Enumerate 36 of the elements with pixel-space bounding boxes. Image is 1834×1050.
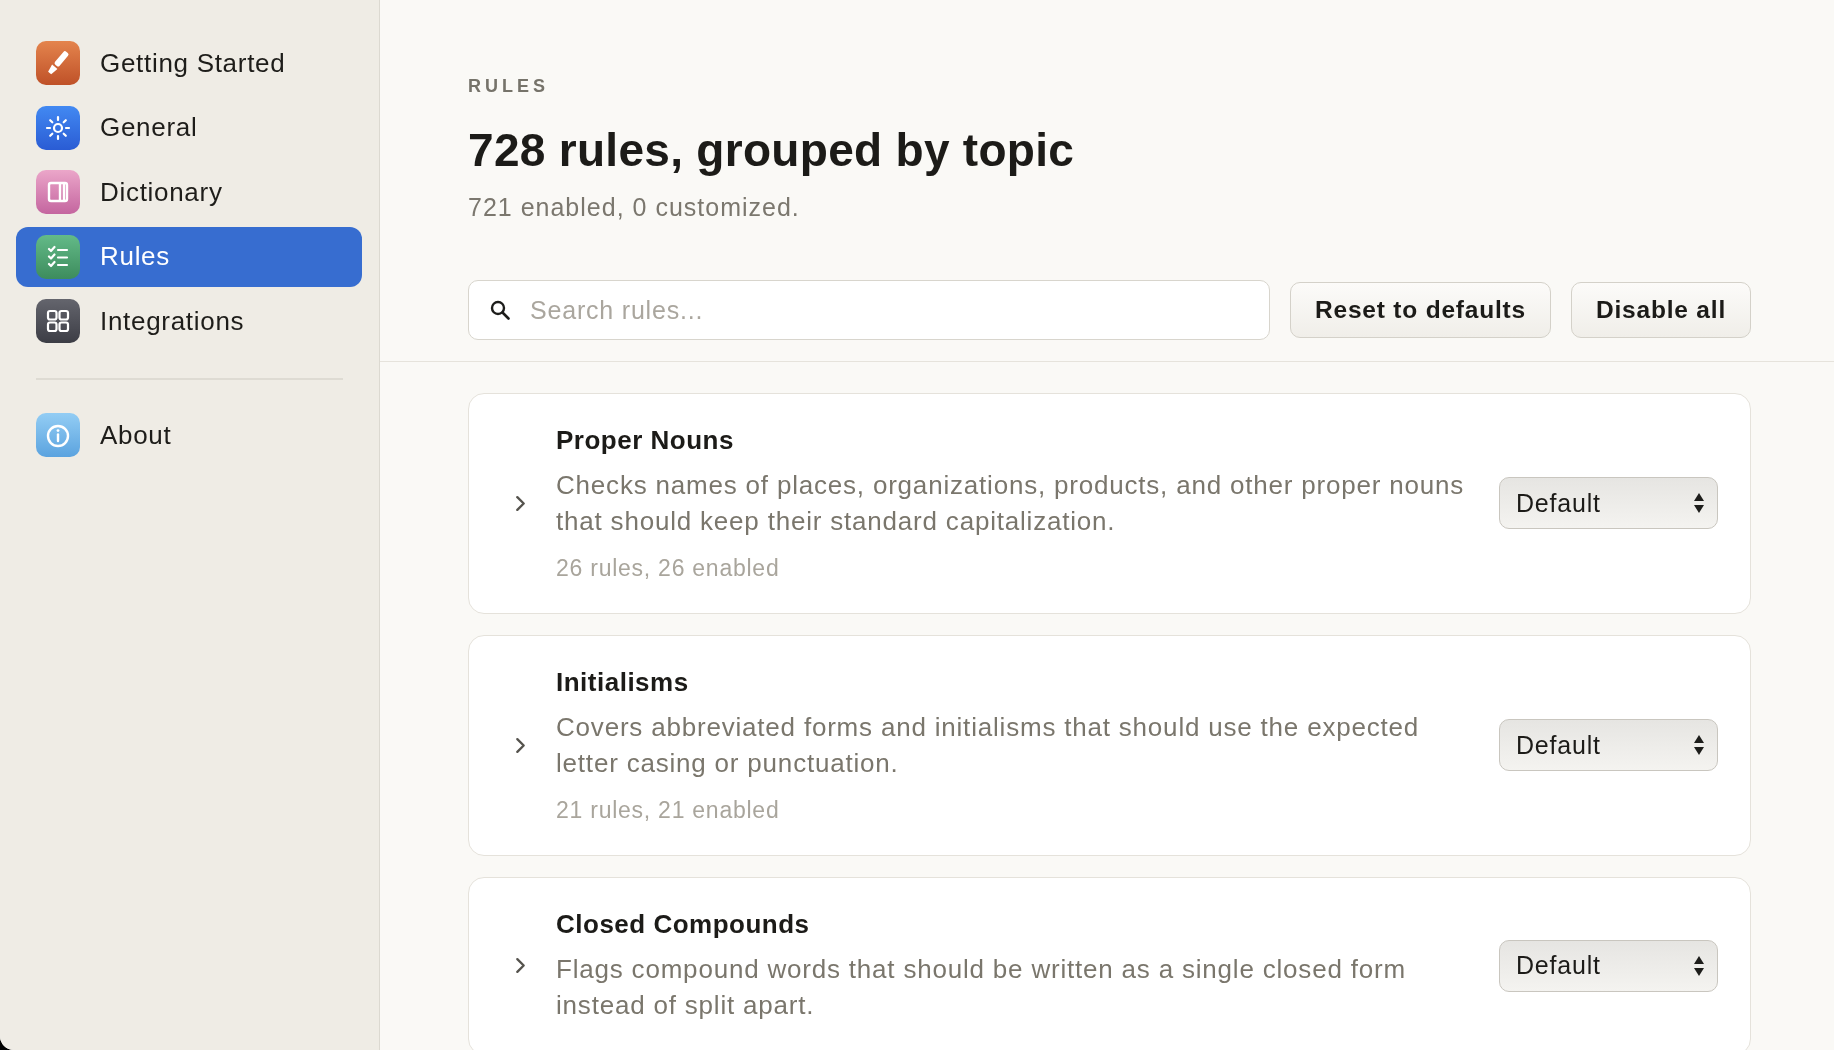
sidebar-item[interactable]: Getting Started: [16, 33, 362, 93]
up-down-arrows-icon: [1693, 492, 1705, 514]
group-title: Closed Compounds: [556, 908, 811, 940]
sidebar-item[interactable]: About: [16, 405, 362, 465]
mode-dropdown[interactable]: Default: [1499, 939, 1718, 992]
chevron-icon[interactable]: [514, 494, 526, 512]
action-button[interactable]: Disable all: [1571, 282, 1751, 338]
group-description: Checks names of places, organizations, products, and other proper nouns that should keep their standard capitalization.: [556, 469, 1466, 538]
sidebar-item[interactable]: Dictionary: [16, 162, 362, 222]
page-title: 728 rules, grouped by topic: [468, 124, 1076, 176]
search-field[interactable]: Search rules...: [468, 280, 1270, 340]
up-down-arrows-icon: [1693, 954, 1705, 977]
group-title: Initialisms: [556, 666, 690, 698]
info-icon: [36, 413, 80, 457]
group-count: 21 rules, 21 enabled: [556, 796, 781, 824]
group-description: Covers abbreviated forms and initialisms that should use the expected letter casing or punctuation.: [556, 711, 1421, 780]
chevron-icon[interactable]: [514, 957, 526, 974]
group-description: Flags compound words that should be written as a single closed form instead of split apart.: [556, 953, 1407, 1022]
action-button[interactable]: Reset to defaults: [1290, 282, 1551, 338]
paintbrush-icon: [36, 41, 80, 85]
section-label: RULES: [468, 75, 550, 97]
page-subtitle: 721 enabled, 0 customized.: [468, 192, 801, 222]
sidebar-item[interactable]: General: [16, 97, 362, 158]
group-count: 26 rules, 26 enabled: [556, 554, 781, 582]
up-down-arrows-icon: [1693, 734, 1705, 756]
sun-icon: [36, 105, 80, 150]
checklist-icon: [36, 234, 80, 279]
grid-icon: [36, 299, 80, 343]
book-icon: [36, 170, 80, 214]
mode-dropdown[interactable]: Default: [1499, 477, 1718, 529]
mode-dropdown[interactable]: Default: [1499, 719, 1718, 771]
search-icon: [490, 300, 510, 320]
group-title: Proper Nouns: [556, 424, 735, 456]
sidebar-item[interactable]: Integrations: [16, 291, 362, 351]
sidebar-item[interactable]: Rules: [16, 226, 362, 287]
chevron-icon[interactable]: [514, 736, 526, 754]
